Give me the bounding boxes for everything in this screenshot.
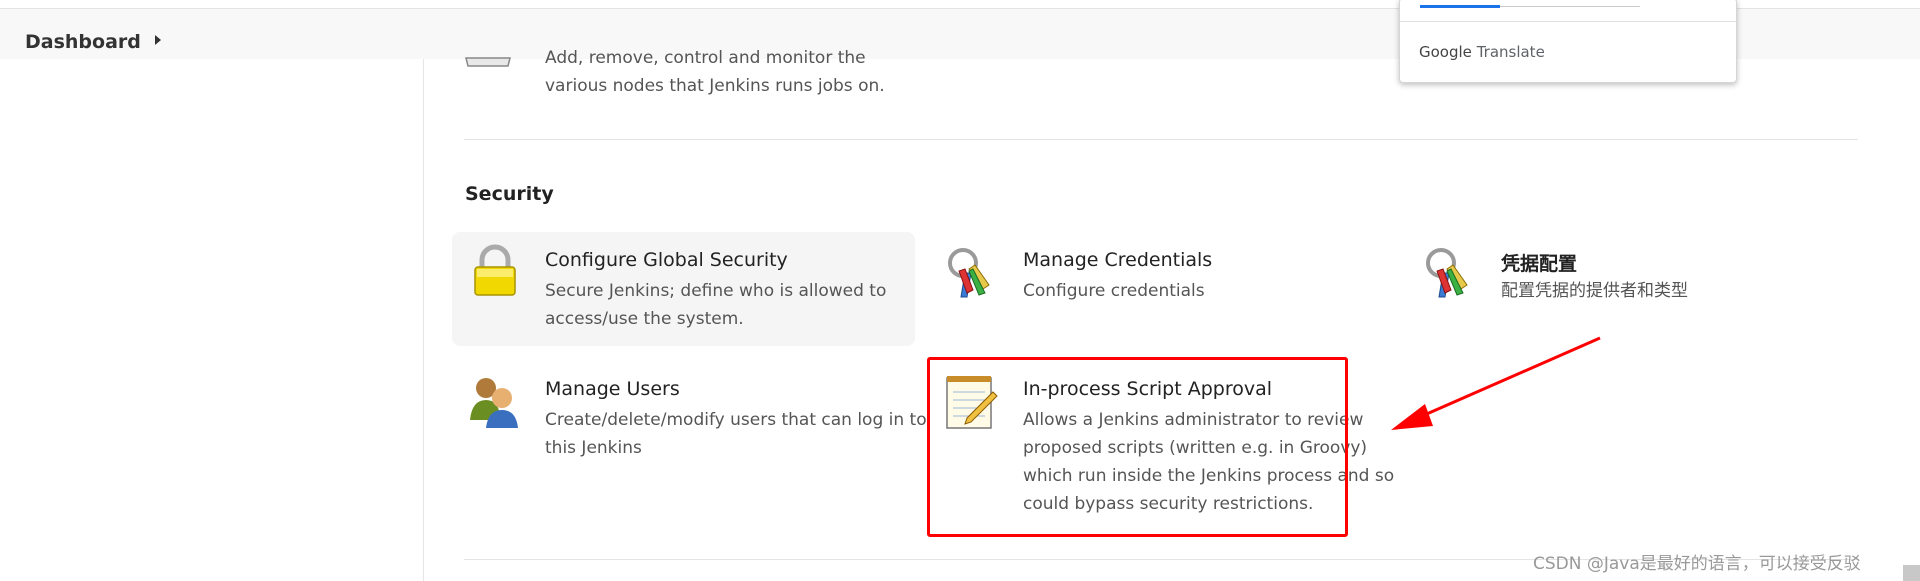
configure-global-security-link[interactable]: Configure Global Security (545, 249, 788, 271)
users-icon (470, 378, 518, 428)
configure-global-security-desc-2: access/use the system. (545, 309, 744, 329)
credential-config-link[interactable]: 凭据配置 (1501, 249, 1577, 276)
google-translate-popup: Google Translate (1399, 0, 1737, 83)
lock-icon (474, 244, 516, 296)
manage-users-link[interactable]: Manage Users (545, 378, 680, 400)
translate-label: Translate (1476, 43, 1545, 61)
computer-icon (465, 57, 511, 67)
scrollbar-corner[interactable] (1903, 565, 1920, 581)
nodes-description-2: various nodes that Jenkins runs jobs on. (545, 76, 885, 96)
manage-credentials-desc: Configure credentials (1023, 281, 1205, 301)
keys-icon (1426, 248, 1468, 298)
breadcrumb-chevron-icon[interactable] (155, 35, 161, 45)
popup-separator (1400, 21, 1736, 22)
credential-config-desc: 配置凭据的提供者和类型 (1501, 281, 1688, 301)
red-arrow-annotation (1391, 336, 1601, 430)
translate-active-tab[interactable] (1420, 5, 1500, 8)
manage-users-desc-2: this Jenkins (545, 438, 642, 458)
nodes-description-1: Add, remove, control and monitor the (545, 48, 866, 68)
manage-users-desc-1: Create/delete/modify users that can log … (545, 410, 927, 430)
security-section-title: Security (465, 183, 554, 205)
keys-icon (948, 248, 990, 298)
section-divider (464, 139, 1858, 140)
configure-global-security-desc-1: Secure Jenkins; define who is allowed to (545, 281, 887, 301)
google-translate-branding: Google Translate (1419, 43, 1545, 61)
sidebar-divider (423, 59, 424, 581)
breadcrumb-dashboard-link[interactable]: Dashboard (25, 31, 141, 53)
red-highlight-box (927, 357, 1348, 537)
google-logo-text: Google (1419, 43, 1472, 61)
manage-credentials-link[interactable]: Manage Credentials (1023, 249, 1212, 271)
csdn-watermark: CSDN @Java是最好的语言，可以接受反驳 (1533, 554, 1861, 574)
translate-tab-underline (1500, 6, 1640, 7)
